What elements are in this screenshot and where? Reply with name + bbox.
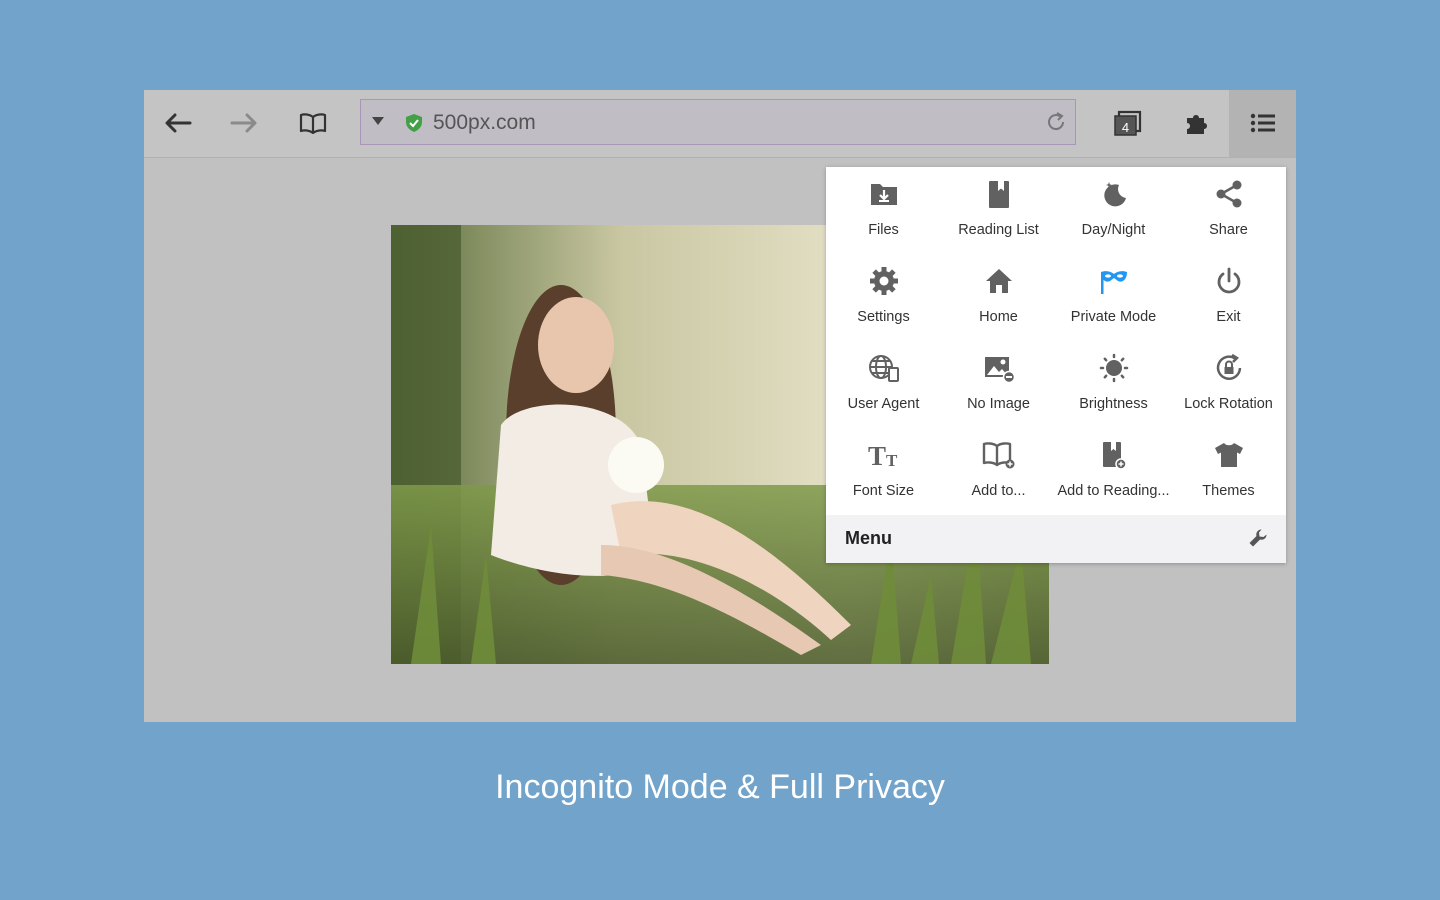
image-off-icon <box>941 353 1056 385</box>
menu-item-no-image[interactable]: No Image <box>941 341 1056 428</box>
menu-item-settings[interactable]: Settings <box>826 254 941 341</box>
menu-item-home[interactable]: Home <box>941 254 1056 341</box>
menu-item-add-to[interactable]: Add to... <box>941 428 1056 515</box>
tabs-button[interactable]: 4 <box>1105 100 1151 146</box>
menu-item-label: Home <box>979 309 1018 325</box>
menu-item-label: Exit <box>1216 309 1241 325</box>
menu-item-font-size[interactable]: TT Font Size <box>826 428 941 515</box>
menu-footer: Menu <box>826 515 1286 563</box>
promo-caption: Incognito Mode & Full Privacy <box>495 768 945 806</box>
puzzle-icon <box>1187 115 1207 134</box>
wrench-icon[interactable] <box>1248 528 1268 553</box>
secure-shield-icon <box>405 113 423 138</box>
globe-device-icon <box>826 353 941 385</box>
menu-item-exit[interactable]: Exit <box>1171 254 1286 341</box>
browser-menu-popup: Files Reading List Day/Night Share Setti… <box>826 167 1286 563</box>
menu-item-day-night[interactable]: Day/Night <box>1056 167 1171 254</box>
menu-item-brightness[interactable]: Brightness <box>1056 341 1171 428</box>
menu-item-label: Brightness <box>1079 396 1148 412</box>
menu-item-label: Font Size <box>852 483 915 499</box>
svg-text:T: T <box>868 441 886 470</box>
mask-icon <box>1056 266 1171 298</box>
menu-item-label: Lock Rotation <box>1184 396 1273 412</box>
list-menu-icon <box>1250 113 1275 133</box>
menu-title: Menu <box>845 528 892 548</box>
menu-item-label: Add to... <box>971 483 1026 499</box>
gear-icon <box>826 266 941 298</box>
font-size-icon: TT <box>826 440 941 472</box>
tabs-icon: 4 <box>1114 110 1142 136</box>
browser-toolbar: 500px.com 4 <box>144 90 1296 158</box>
shirt-icon <box>1171 440 1286 472</box>
address-bar[interactable]: 500px.com <box>360 99 1076 145</box>
menu-grid: Files Reading List Day/Night Share Setti… <box>826 167 1286 515</box>
menu-item-reading-list[interactable]: Reading List <box>941 167 1056 254</box>
menu-item-user-agent[interactable]: User Agent <box>826 341 941 428</box>
menu-item-label: Day/Night <box>1081 222 1146 238</box>
menu-item-label: Themes <box>1202 483 1255 499</box>
forward-button[interactable] <box>221 100 267 146</box>
menu-item-label: No Image <box>967 396 1030 412</box>
moon-icon <box>1056 179 1171 211</box>
menu-item-share[interactable]: Share <box>1171 167 1286 254</box>
menu-item-label: Add to Reading... <box>1057 483 1170 499</box>
tab-count: 4 <box>1122 120 1129 135</box>
menu-item-themes[interactable]: Themes <box>1171 428 1286 515</box>
menu-item-label: Settings <box>857 309 910 325</box>
bookmark-add-icon <box>1056 440 1171 472</box>
menu-item-label: Files <box>868 222 899 238</box>
reader-mode-button[interactable] <box>290 100 336 146</box>
power-icon <box>1171 266 1286 298</box>
menu-item-label: Reading List <box>958 222 1039 238</box>
back-button[interactable] <box>155 100 201 146</box>
share-icon <box>1171 179 1286 211</box>
menu-button[interactable] <box>1240 100 1286 146</box>
svg-text:T: T <box>886 451 898 470</box>
sun-icon <box>1056 353 1171 385</box>
extensions-button[interactable] <box>1174 100 1220 146</box>
open-book-icon <box>299 113 327 134</box>
menu-item-label: Share <box>1209 222 1248 238</box>
dropdown-icon[interactable] <box>371 114 385 133</box>
arrow-left-icon <box>165 113 192 133</box>
menu-item-files[interactable]: Files <box>826 167 941 254</box>
lock-rotation-icon <box>1171 353 1286 385</box>
menu-item-private-mode[interactable]: Private Mode <box>1056 254 1171 341</box>
reload-icon[interactable] <box>1045 111 1067 138</box>
book-add-icon <box>941 440 1056 472</box>
menu-item-lock-rotation[interactable]: Lock Rotation <box>1171 341 1286 428</box>
arrow-right-icon <box>230 113 257 133</box>
home-icon <box>941 266 1056 298</box>
address-url[interactable]: 500px.com <box>433 111 536 135</box>
menu-item-label: Private Mode <box>1070 309 1157 325</box>
menu-item-label: User Agent <box>847 396 920 412</box>
folder-download-icon <box>826 179 941 211</box>
menu-item-add-to-reading[interactable]: Add to Reading... <box>1056 428 1171 515</box>
bookmark-icon <box>941 179 1056 211</box>
